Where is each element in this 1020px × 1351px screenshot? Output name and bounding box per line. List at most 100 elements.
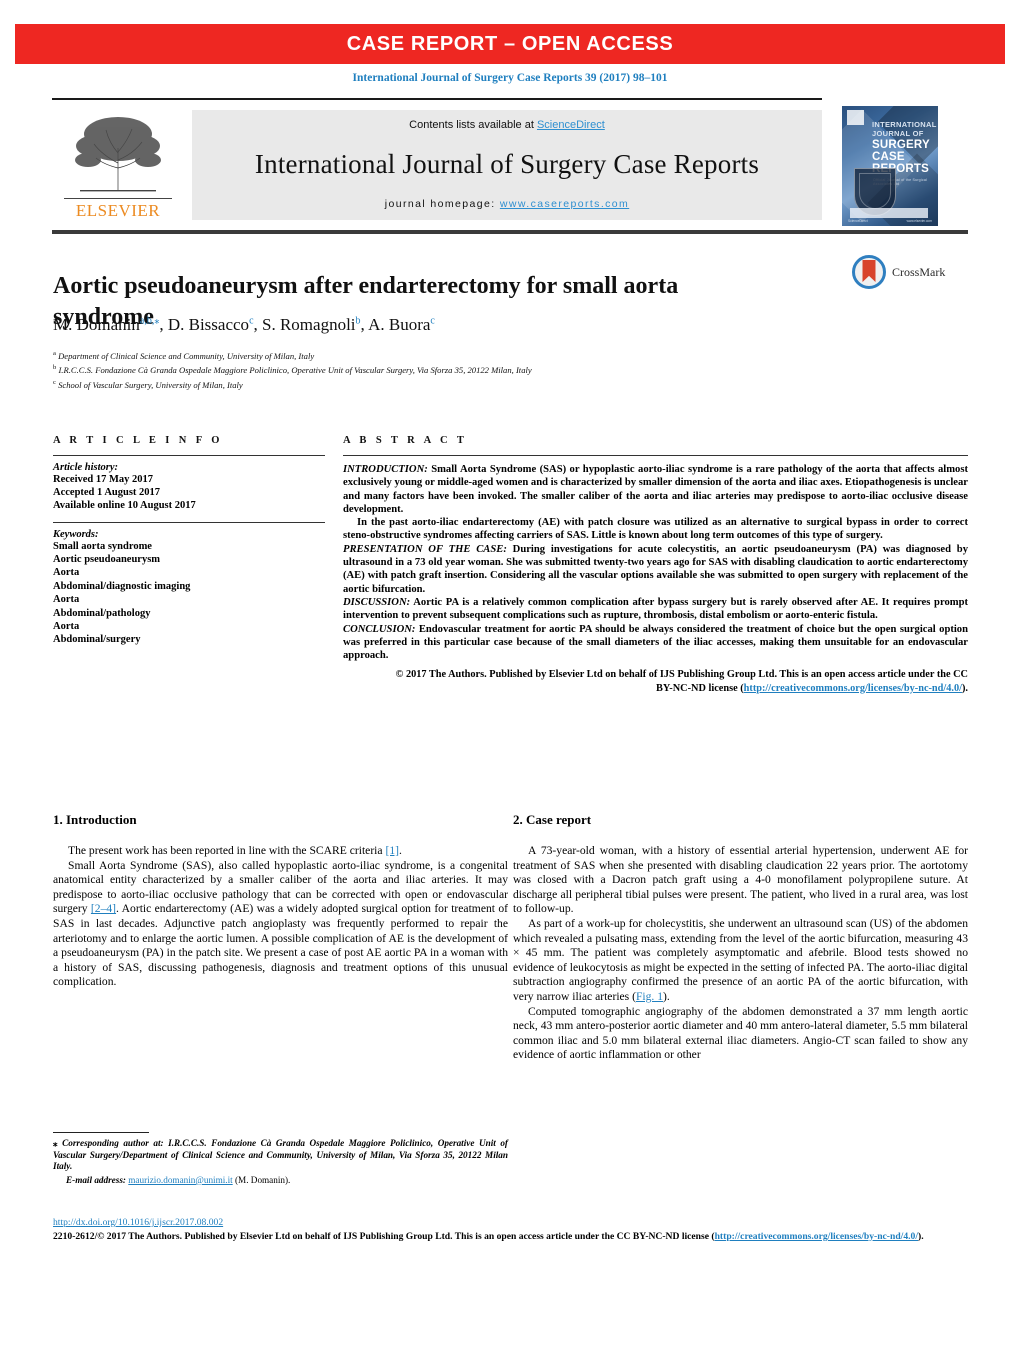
ref-link-2-4[interactable]: [2–4] — [91, 902, 116, 915]
intro-paragraph-1: The present work has been reported in li… — [53, 844, 508, 859]
abstract-discussion-lead: DISCUSSION: — [343, 596, 411, 608]
abstract-conclusion: CONCLUSION: Endovascular treatment for a… — [343, 623, 968, 663]
journal-homepage-link[interactable]: www.casereports.com — [500, 198, 629, 210]
abstract-copyright-post: ). — [961, 682, 968, 694]
keyword-item: Abdominal/surgery — [53, 634, 141, 646]
footnote-marker: ⁎ — [53, 1138, 58, 1148]
article-history-list: Received 17 May 2017 Accepted 1 August 20… — [53, 473, 343, 513]
cover-foot-right: www.elsevier.com — [906, 219, 932, 223]
body-column-right: 2. Case report A 73-year-old woman, with… — [513, 812, 968, 1063]
footer-copyright-post: ). — [918, 1231, 924, 1242]
intro-paragraph-2: Small Aorta Syndrome (SAS), also called … — [53, 859, 508, 990]
cc-license-link[interactable]: http://creativecommons.org/licenses/by-n… — [744, 683, 962, 694]
page-footer: http://dx.doi.org/10.1016/j.ijscr.2017.0… — [53, 1212, 968, 1253]
footnote-address-text: Corresponding author at: I.R.C.C.S. Fond… — [53, 1138, 508, 1172]
abstract-presentation: PRESENTATION OF THE CASE: During investi… — [343, 543, 968, 596]
abstract-conclusion-text: Endovascular treatment for aortic PA sho… — [343, 623, 968, 662]
figure-1-link[interactable]: Fig. 1 — [636, 990, 663, 1003]
crossmark-ribbon — [862, 260, 876, 282]
cover-elsevier-mark — [847, 110, 864, 125]
footer-license-link[interactable]: http://creativecommons.org/licenses/by-n… — [715, 1231, 918, 1242]
email-link[interactable]: maurizio.domanin@unimi.it — [128, 1175, 232, 1185]
case-paragraph-2: As part of a work-up for cholecystitis, … — [513, 917, 968, 1005]
keyword-item: Abdominal/diagnostic imaging — [53, 580, 191, 592]
affiliation-b: b I.R.C.C.S. Fondazione Cà Granda Ospeda… — [53, 364, 532, 376]
cover-line-1: INTERNATIONAL — [872, 120, 937, 129]
abstract-introduction-text: Small Aorta Syndrome (SAS) or hypoplasti… — [343, 464, 968, 515]
elsevier-wordmark: ELSEVIER — [75, 201, 161, 220]
open-access-banner: CASE REPORT – OPEN ACCESS — [15, 24, 1005, 64]
case-paragraph-1: A 73-year-old woman, with a history of e… — [513, 844, 968, 916]
intro-p1-tail: . — [398, 844, 402, 857]
article-history-item: Accepted 1 August 2017 — [53, 487, 161, 499]
article-history-label: Article history: — [53, 462, 119, 473]
abstract-introduction-lead: INTRODUCTION: — [343, 464, 428, 475]
sciencedirect-link[interactable]: ScienceDirect — [537, 119, 605, 131]
banner-text: CASE REPORT – OPEN ACCESS — [346, 32, 674, 55]
article-info-column: A R T I C L E I N F O Article history: R… — [53, 435, 343, 647]
keywords-label: Keywords: — [53, 528, 99, 540]
journal-citation-line: International Journal of Surgery Case Re… — [352, 72, 668, 84]
abstract-discussion-text: Aortic PA is a relatively common complic… — [343, 596, 968, 622]
keyword-item: Aorta — [53, 594, 80, 606]
keyword-item: Small aorta syndrome — [53, 540, 152, 552]
abstract-paragraph-2: In the past aorto-iliac endarterectomy (… — [343, 517, 968, 542]
section-heading-case-report: 2. Case report — [513, 812, 592, 827]
article-history-item: Available online 10 August 2017 — [53, 500, 196, 512]
cover-footer: ScienceDirect www.elsevier.com — [848, 219, 932, 224]
header-top-rule — [52, 98, 822, 100]
abstract-conclusion-lead: CONCLUSION: — [343, 623, 416, 635]
elsevier-divider — [64, 198, 172, 199]
crossmark-label: CrossMark — [892, 264, 946, 279]
footnote-rule — [53, 1132, 149, 1133]
journal-header: ELSEVIER Contents lists available at Sci… — [52, 98, 968, 234]
cover-line-3: SURGERY — [872, 139, 930, 151]
cover-line-4: CASE — [872, 151, 905, 163]
header-bottom-rule — [52, 230, 968, 234]
body-column-left: 1. Introduction The present work has bee… — [53, 812, 508, 990]
crossmark-icon — [852, 255, 886, 289]
abstract-heading: A B S T R A C T — [343, 435, 468, 446]
cover-banner-band — [850, 208, 928, 218]
elsevier-tree-icon — [75, 117, 161, 192]
journal-title-box: Contents lists available at ScienceDirec… — [192, 110, 822, 220]
journal-title: International Journal of Surgery Case Re… — [254, 149, 760, 179]
footer-copyright-text: 2210-2612/© 2017 The Authors. Published … — [53, 1231, 715, 1242]
keywords-list: Small aorta syndrome Aortic pseudoaneurys… — [53, 540, 343, 647]
doi-link[interactable]: http://dx.doi.org/10.1016/j.ijscr.2017.0… — [53, 1217, 223, 1228]
intro-p1-text: The present work has been reported in li… — [68, 844, 386, 857]
footnote-address: ⁎ Corresponding author at: I.R.C.C.S. Fo… — [53, 1138, 508, 1173]
affiliation-a: a Department of Clinical Science and Com… — [53, 350, 315, 361]
article-info-rule-1 — [53, 455, 325, 456]
section-heading-introduction: 1. Introduction — [53, 812, 137, 827]
crest-inner — [859, 173, 891, 209]
affiliations: a Department of Clinical Science and Com… — [53, 348, 853, 391]
ref-link-1[interactable]: [1] — [385, 844, 399, 857]
cover-title-top: INTERNATIONAL JOURNAL OF — [872, 120, 937, 138]
abstract-copyright: © 2017 The Authors. Published by Elsevie… — [343, 668, 968, 695]
article-info-heading: A R T I C L E I N F O — [53, 435, 223, 446]
keyword-item: Aortic pseudoaneurysm — [53, 554, 161, 566]
journal-cover-thumbnail: INTERNATIONAL JOURNAL OF SURGERY CASE RE… — [842, 106, 938, 226]
footnote-email-line: E-mail address: maurizio.domanin@unimi.i… — [53, 1175, 508, 1187]
abstract-column: A B S T R A C T INTRODUCTION: Small Aort… — [343, 435, 968, 705]
keyword-item: Aorta — [53, 567, 80, 579]
abstract-presentation-lead: PRESENTATION OF THE CASE: — [343, 543, 507, 555]
contents-prefix: Contents lists available at — [409, 119, 537, 131]
contents-line: Contents lists available at ScienceDirec… — [409, 119, 605, 131]
abstract-rule — [343, 455, 968, 456]
cover-foot-left: ScienceDirect — [848, 219, 868, 223]
email-owner: (M. Domanin). — [234, 1174, 291, 1185]
corresponding-author-footnote: ⁎ Corresponding author at: I.R.C.C.S. Fo… — [53, 1132, 508, 1196]
crossmark-badge[interactable]: CrossMark — [852, 252, 962, 292]
affiliation-marker: a — [53, 350, 56, 357]
intro-p2-text-b: . Aortic endarterectomy (AE) was a widel… — [53, 902, 508, 989]
elsevier-logo: ELSEVIER — [58, 108, 178, 220]
article-history-item: Received 17 May 2017 — [53, 474, 154, 485]
affiliation-c: c School of Vascular Surgery, University… — [53, 378, 243, 390]
author-list: M. Domanina,b,⁎, D. Bissaccoc, S. Romagn… — [53, 315, 435, 334]
case-p2-text-a: As part of a work-up for cholecystitis, … — [513, 916, 968, 1003]
email-label: E-mail address: — [66, 1174, 126, 1185]
abstract-discussion: DISCUSSION: Aortic PA is a relatively co… — [343, 596, 968, 623]
affiliation-marker: c — [53, 378, 56, 386]
